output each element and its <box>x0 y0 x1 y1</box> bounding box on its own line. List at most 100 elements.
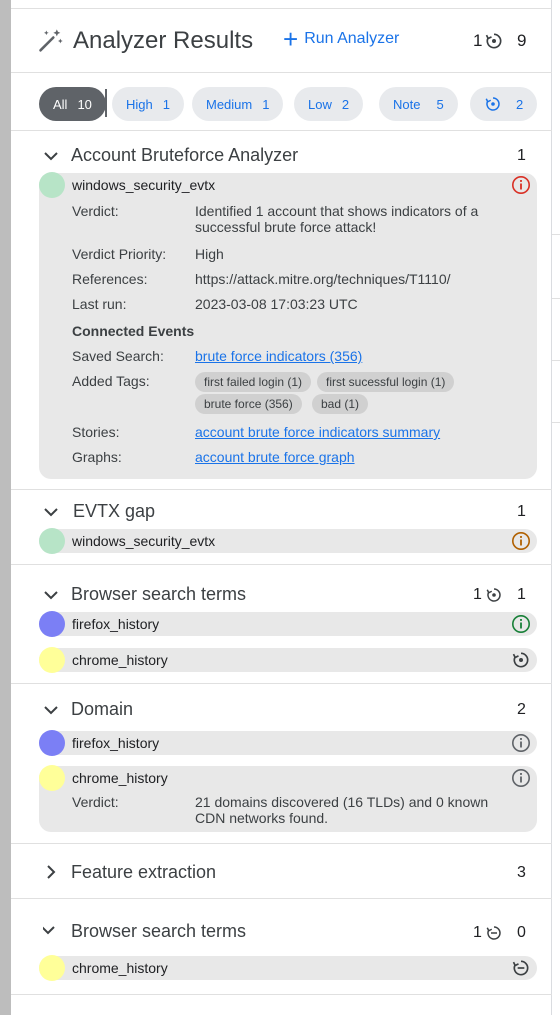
divider <box>105 89 107 117</box>
filter-chip-high[interactable]: High 1 <box>112 87 184 121</box>
section-count: 3 <box>517 864 526 881</box>
chip-count: 2 <box>516 96 524 112</box>
verdict-text: Identified 1 account that shows indicato… <box>195 203 479 235</box>
timeline-color-dot <box>39 172 65 198</box>
filter-chip-medium[interactable]: Medium 1 <box>192 87 284 121</box>
gutter-divider <box>552 360 560 361</box>
timeline-color-dot <box>39 765 65 791</box>
result-row[interactable]: windows_security_evtx <box>39 528 537 554</box>
analyzer-section: Account Bruteforce Analyzer 1 windows_se… <box>11 131 552 490</box>
section-title[interactable]: EVTX gap <box>73 501 155 522</box>
running-icon <box>485 33 502 49</box>
info-medium-icon <box>512 532 530 550</box>
section-count: 0 <box>517 924 526 941</box>
timeline-name: chrome_history <box>72 770 168 786</box>
saved-search-label: Saved Search: <box>72 348 164 364</box>
section-title[interactable]: Domain <box>71 699 133 720</box>
verdict-label: Verdict: <box>72 794 119 810</box>
filter-chip-note[interactable]: Note 5 <box>379 87 458 121</box>
priority-label: Verdict Priority: <box>72 246 167 262</box>
panel-header: Analyzer Results + Run Analyzer 1 9 <box>11 8 552 73</box>
last-run-label: Last run: <box>72 296 127 312</box>
section-title[interactable]: Account Bruteforce Analyzer <box>71 145 298 166</box>
chevron-down-icon[interactable] <box>43 925 59 941</box>
running-icon <box>485 97 500 111</box>
section-count: 1 <box>517 503 526 520</box>
timeline-name: firefox_history <box>72 735 160 751</box>
filter-chips: All 10 High 1 Medium 1 Low 2 Note 5 2 <box>11 73 552 131</box>
section-title[interactable]: Browser search terms <box>71 584 246 605</box>
result-row[interactable]: chrome_history <box>39 647 537 673</box>
running-count: 1 <box>473 31 483 50</box>
chip-label: Low <box>308 96 332 112</box>
chevron-down-icon[interactable] <box>43 148 59 164</box>
timeline-color-dot <box>39 730 65 756</box>
analyzer-section: Browser search terms 1 1 firefox_history… <box>11 565 552 684</box>
analyzer-section: Browser search terms 1 0 chrome_history <box>11 899 552 995</box>
graph-link[interactable]: account brute force graph <box>195 449 355 465</box>
chevron-down-icon[interactable] <box>43 702 59 718</box>
run-analyzer-button[interactable]: + Run Analyzer <box>283 24 399 54</box>
magic-wand-icon <box>39 29 63 52</box>
timeline-name: firefox_history <box>72 616 160 632</box>
tag-chip[interactable]: first sucessful login (1) <box>317 372 455 392</box>
right-gutter <box>552 0 560 1015</box>
connected-events-heading: Connected Events <box>72 323 195 339</box>
graphs-label: Graphs: <box>72 449 122 465</box>
filter-chip-low[interactable]: Low 2 <box>294 87 364 121</box>
tag-chip[interactable]: bad (1) <box>312 394 369 414</box>
left-strip <box>0 0 11 1015</box>
info-low-icon <box>512 615 530 633</box>
gutter-divider <box>552 234 560 235</box>
analyzer-section: EVTX gap 1 windows_security_evtx <box>11 490 552 565</box>
chip-count: 10 <box>77 96 92 112</box>
references-label: References: <box>72 271 148 287</box>
chip-count: 1 <box>162 96 170 112</box>
plus-icon: + <box>283 24 299 54</box>
info-high-icon <box>512 176 530 194</box>
section-count: 2 <box>517 701 526 718</box>
tag-chip[interactable]: first failed login (1) <box>195 372 312 392</box>
saved-search-link[interactable]: brute force indicators (356) <box>195 348 362 364</box>
filter-chip-all[interactable]: All 10 <box>39 87 106 121</box>
priority-value: High <box>195 246 224 262</box>
timeline-color-dot <box>39 611 65 637</box>
chevron-down-icon[interactable] <box>43 504 59 520</box>
chip-label: High <box>126 96 153 112</box>
references-value: https://attack.mitre.org/techniques/T111… <box>195 271 451 287</box>
timeline-name: windows_security_evtx <box>72 177 216 193</box>
section-title[interactable]: Browser search terms <box>71 921 246 942</box>
info-note-icon <box>512 769 530 787</box>
gutter-divider <box>552 422 560 423</box>
story-link[interactable]: account brute force indicators summary <box>195 424 440 440</box>
timeline-name: windows_security_evtx <box>72 533 216 549</box>
panel-title: Analyzer Results <box>73 27 254 54</box>
pending-icon <box>512 960 529 976</box>
chevron-right-icon[interactable] <box>43 864 59 880</box>
timeline-color-dot <box>39 528 65 554</box>
filter-chip-running[interactable]: 2 <box>470 87 538 121</box>
result-card[interactable]: chrome_history Verdict: 21 domains disco… <box>39 765 537 832</box>
result-row[interactable]: firefox_history <box>39 611 537 637</box>
timeline-name: chrome_history <box>72 960 168 976</box>
added-tags-label: Added Tags: <box>72 373 150 389</box>
running-icon <box>486 588 501 602</box>
result-card: windows_security_evtx Verdict: Identifie… <box>39 172 537 479</box>
section-title[interactable]: Feature extraction <box>71 862 216 883</box>
verdict-label: Verdict: <box>72 203 119 219</box>
chip-count: 2 <box>341 96 350 112</box>
result-row[interactable]: chrome_history <box>39 955 537 981</box>
chip-label: Medium <box>206 96 253 112</box>
timeline-color-dot <box>39 647 65 673</box>
result-row[interactable]: firefox_history <box>39 730 537 756</box>
stories-label: Stories: <box>72 424 120 440</box>
analyzer-results-panel: Analyzer Results + Run Analyzer 1 9 All … <box>11 0 552 1015</box>
chip-count: 1 <box>262 96 270 112</box>
chevron-down-icon[interactable] <box>43 587 59 603</box>
pending-icon <box>486 926 501 940</box>
tag-chip[interactable]: brute force (356) <box>195 394 302 414</box>
section-running-count: 1 <box>473 586 482 603</box>
timeline-color-dot <box>39 955 65 981</box>
total-count: 9 <box>517 31 527 50</box>
running-icon <box>512 652 529 668</box>
